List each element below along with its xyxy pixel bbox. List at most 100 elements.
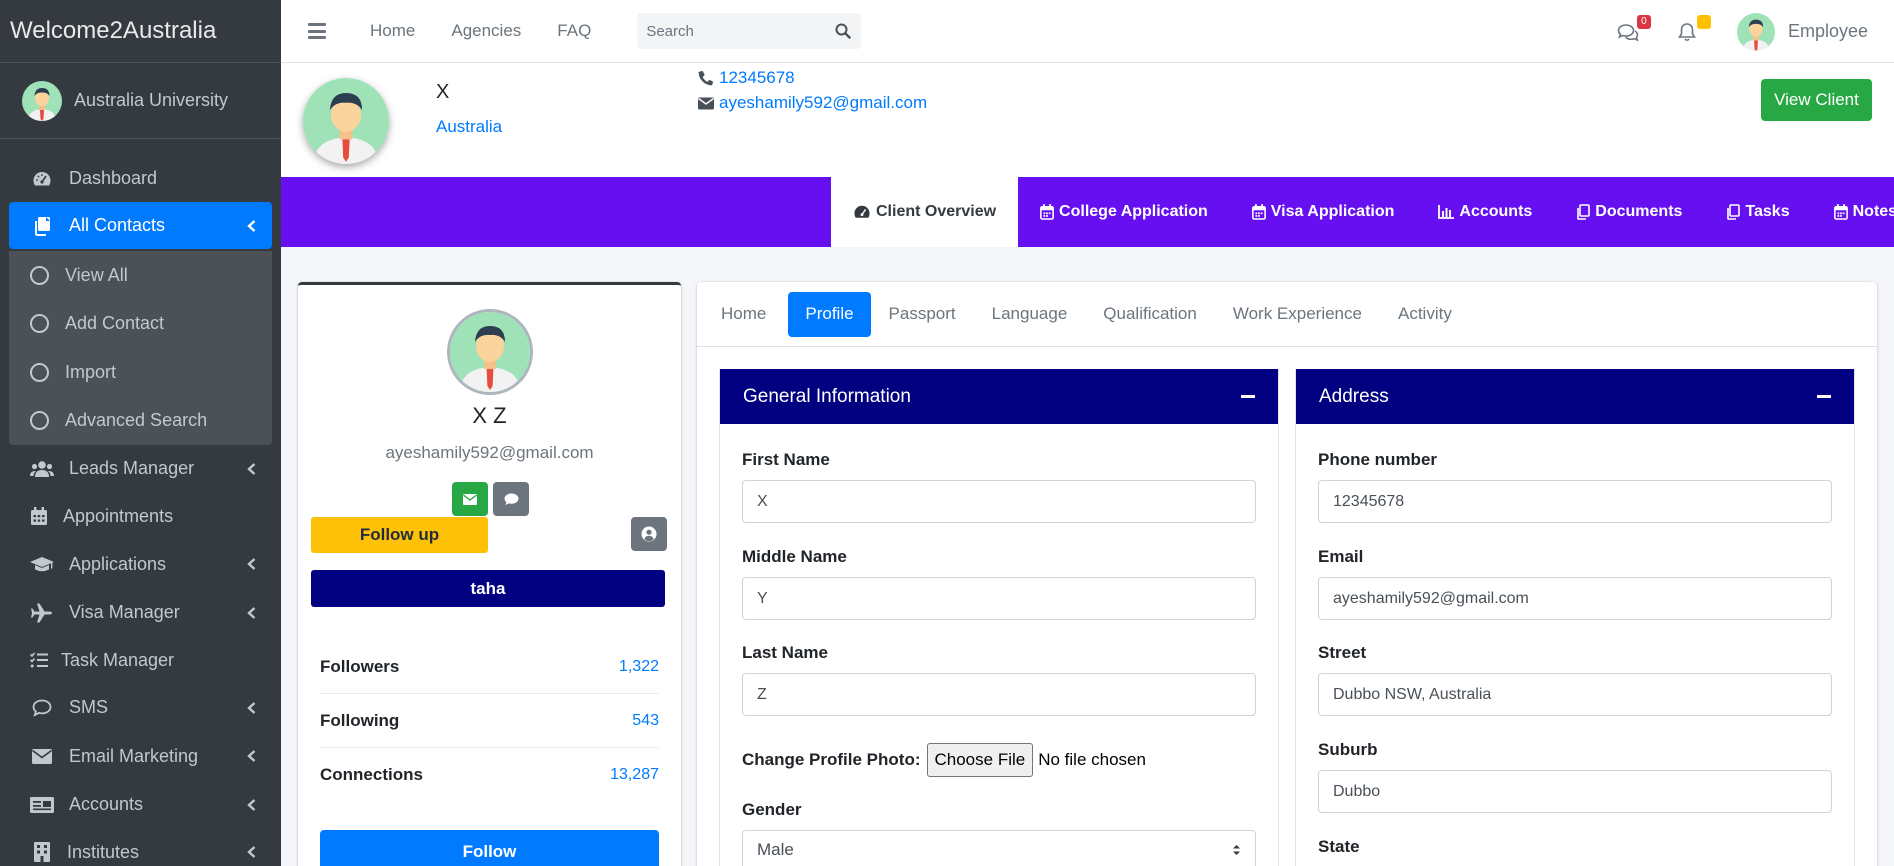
address-panel: Address Phone number Email Street Suburb… xyxy=(1295,369,1855,866)
sidebar-item-accounts[interactable]: Accounts xyxy=(9,781,272,829)
profile-stats: Followers 1,322 Following 543 Connection… xyxy=(320,640,659,802)
sidebar-subitem-view-all[interactable]: View All xyxy=(9,251,272,300)
sidebar-item-visa-manager[interactable]: Visa Manager xyxy=(9,589,272,637)
sidebar-item-task-manager[interactable]: Task Manager xyxy=(9,637,272,684)
client-phone-link[interactable]: 12345678 xyxy=(698,68,795,88)
notifications-button[interactable]: ! xyxy=(1677,14,1711,44)
tab-label: College Application xyxy=(1059,203,1208,220)
chevron-left-icon xyxy=(247,558,256,571)
nav-link-faq[interactable]: FAQ xyxy=(557,21,591,41)
tab-accounts[interactable]: Accounts xyxy=(1416,177,1554,247)
phone-field[interactable] xyxy=(1318,480,1832,523)
search-input[interactable] xyxy=(637,13,826,49)
client-name: X xyxy=(436,81,450,103)
search-button[interactable] xyxy=(825,13,861,49)
sidebar-subitem-add-contact[interactable]: Add Contact xyxy=(9,300,272,349)
view-client-button[interactable]: View Client xyxy=(1761,79,1872,121)
subtab-profile[interactable]: Profile xyxy=(788,291,871,337)
collapse-button[interactable] xyxy=(1816,389,1832,405)
sidebar-item-applications[interactable]: Applications xyxy=(9,540,272,589)
building-icon xyxy=(33,841,51,863)
calendar-icon xyxy=(30,505,48,527)
sidebar-subitem-label: View All xyxy=(65,264,128,285)
hamburger-menu-icon[interactable] xyxy=(308,23,326,39)
street-field[interactable] xyxy=(1318,673,1832,716)
first-name-field[interactable] xyxy=(742,480,1256,523)
circle-icon xyxy=(30,411,49,431)
follow-button[interactable]: Follow xyxy=(320,830,659,866)
send-message-button[interactable] xyxy=(493,482,529,516)
tab-label: Notes xyxy=(1852,203,1894,220)
profile-user-button[interactable] xyxy=(631,517,667,551)
tab-college-application[interactable]: College Application xyxy=(1018,177,1230,247)
users-icon xyxy=(29,458,55,480)
stat-value[interactable]: 1,322 xyxy=(619,658,659,676)
sidebar-item-email-marketing[interactable]: Email Marketing xyxy=(9,732,272,781)
stat-row-following: Following 543 xyxy=(320,694,659,748)
chevron-down-icon xyxy=(247,219,256,232)
subtab-passport[interactable]: Passport xyxy=(875,292,970,337)
gender-select[interactable]: Male xyxy=(742,830,1256,866)
messages-button[interactable]: 0 xyxy=(1617,14,1651,44)
sidebar-item-leads-manager[interactable]: Leads Manager xyxy=(9,445,272,493)
messages-badge: 0 xyxy=(1636,14,1651,29)
sidebar-subitem-label: Import xyxy=(65,361,117,382)
user-menu[interactable]: Employee xyxy=(1736,12,1868,51)
comment-icon xyxy=(504,493,518,505)
email-field[interactable] xyxy=(1318,577,1832,620)
user-circle-icon xyxy=(641,526,657,542)
nav-link-agencies[interactable]: Agencies xyxy=(451,21,521,41)
client-country-link[interactable]: Australia xyxy=(436,117,502,137)
follow-up-button[interactable]: Follow up xyxy=(311,517,488,553)
assigned-user-button[interactable]: taha xyxy=(311,570,665,607)
send-email-button[interactable] xyxy=(452,482,488,516)
tab-documents[interactable]: Documents xyxy=(1554,177,1704,247)
envelope-icon xyxy=(463,493,477,505)
sidebar-item-appointments[interactable]: Appointments xyxy=(9,493,272,540)
sidebar-subitem-advanced-search[interactable]: Advanced Search xyxy=(9,397,272,446)
stat-value[interactable]: 13,287 xyxy=(610,766,659,784)
sidebar-user-panel[interactable]: Australia University xyxy=(0,63,281,139)
tab-tasks[interactable]: Tasks xyxy=(1704,177,1811,247)
subtab-activity[interactable]: Activity xyxy=(1384,292,1466,337)
suburb-field[interactable] xyxy=(1318,770,1832,813)
sidebar-item-dashboard[interactable]: Dashboard xyxy=(9,155,272,202)
stat-label: Connections xyxy=(320,765,423,784)
chevron-left-icon xyxy=(247,798,256,811)
sidebar-item-sms[interactable]: SMS xyxy=(9,684,272,732)
subtab-home[interactable]: Home xyxy=(707,292,780,337)
subtab-language[interactable]: Language xyxy=(978,292,1082,337)
main-card: Home Profile Passport Language Qualifica… xyxy=(697,282,1877,866)
tab-notes[interactable]: Notes xyxy=(1812,177,1894,247)
stat-value[interactable]: 543 xyxy=(632,712,659,730)
subtab-work-experience[interactable]: Work Experience xyxy=(1219,292,1376,337)
comment-icon xyxy=(29,697,55,719)
panel-header: Address xyxy=(1296,369,1854,424)
sidebar-user-name: Australia University xyxy=(74,90,229,110)
brand-logo[interactable]: Welcome2Australia xyxy=(0,0,281,63)
client-email-link[interactable]: ayeshamily592@gmail.com xyxy=(698,93,927,113)
client-header: X Australia 12345678 ayeshamily592@gmail… xyxy=(281,63,1894,177)
sidebar-subitem-import[interactable]: Import xyxy=(9,348,272,397)
last-name-field[interactable] xyxy=(742,673,1256,716)
tab-label: Visa Application xyxy=(1270,203,1395,220)
collapse-button[interactable] xyxy=(1240,389,1256,405)
tab-label: Client Overview xyxy=(876,203,997,220)
notifications-badge: ! xyxy=(1696,14,1711,29)
tab-visa-application[interactable]: Visa Application xyxy=(1230,177,1417,247)
gender-value: Male xyxy=(757,840,794,859)
nav-link-home[interactable]: Home xyxy=(370,21,415,41)
sidebar-item-label: Email Marketing xyxy=(69,745,199,766)
middle-name-field[interactable] xyxy=(742,577,1256,620)
tab-client-overview[interactable]: Client Overview xyxy=(831,177,1019,247)
sidebar-item-institutes[interactable]: Institutes xyxy=(9,829,272,866)
sidebar-item-all-contacts[interactable]: All Contacts xyxy=(9,202,272,249)
choose-file-button[interactable]: Choose File xyxy=(926,743,1034,777)
sidebar-subitem-label: Advanced Search xyxy=(65,410,208,431)
envelope-icon xyxy=(29,745,55,767)
panel-header: General Information xyxy=(720,369,1278,424)
subtab-qualification[interactable]: Qualification xyxy=(1089,292,1211,337)
sidebar-item-label: Institutes xyxy=(67,841,140,862)
envelope-icon xyxy=(698,97,714,110)
gender-label: Gender xyxy=(742,800,802,819)
